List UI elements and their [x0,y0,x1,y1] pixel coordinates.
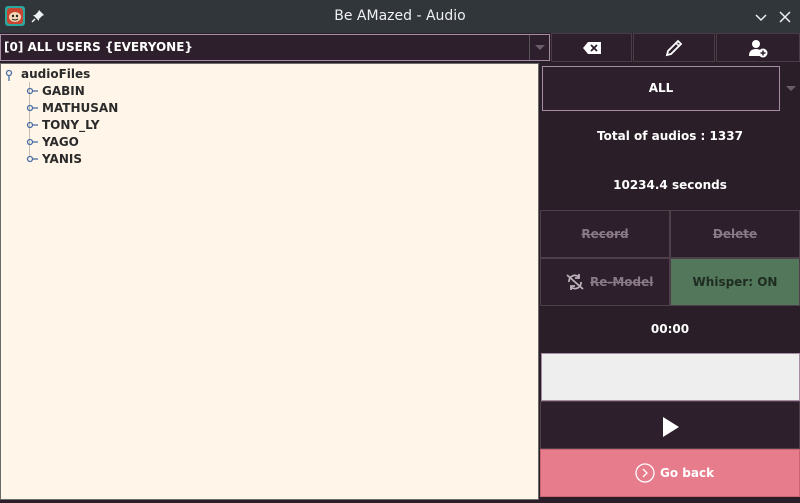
user-select[interactable]: [0] ALL USERS {EVERYONE} [0,34,550,61]
remodel-button[interactable]: Re-Model [540,258,670,306]
window-title: Be AMazed - Audio [334,8,466,24]
clear-button[interactable] [551,33,632,62]
go-back-label: Go back [660,466,715,480]
play-button[interactable] [540,401,800,449]
collapsed-node-icon [26,121,38,129]
title-bar: Be AMazed - Audio [0,0,800,33]
record-button[interactable]: Record [540,210,670,258]
audio-progress-area[interactable] [541,353,800,401]
collapsed-node-icon [26,155,38,163]
audio-files-tree[interactable]: audioFiles GABIN MATHUSAN TONY_LY YAGO Y… [0,63,539,500]
backspace-icon [582,41,601,54]
total-seconds-text: 10234.4 seconds [613,178,727,192]
delete-button[interactable]: Delete [670,210,800,258]
add-user-icon [749,39,768,57]
filter-select[interactable]: ALL [542,66,780,111]
filter-dropdown-button[interactable] [782,66,800,111]
whisper-toggle-button[interactable]: Whisper: ON [670,258,800,306]
tree-item-label: GABIN [42,84,85,98]
tree-root-label: audioFiles [21,67,91,81]
playback-time: 00:00 [650,322,690,336]
edit-button[interactable] [633,33,715,62]
chevron-down-icon [535,45,545,50]
pencil-icon [665,39,683,56]
filter-select-value: ALL [648,81,674,95]
tree-item-label: YAGO [42,135,79,149]
go-back-button[interactable]: Go back [540,449,800,497]
add-user-button[interactable] [716,33,800,62]
collapsed-node-icon [26,138,38,146]
sync-disabled-icon [566,274,584,290]
user-select-dropdown-button[interactable] [529,35,549,60]
close-icon[interactable] [777,9,793,25]
user-select-value: [0] ALL USERS {EVERYONE} [4,40,193,54]
delete-button-label: Delete [712,227,758,241]
collapsed-node-icon [26,87,38,95]
total-audios-text: Total of audios : 1337 [597,129,743,143]
whisper-toggle-label: Whisper: ON [692,275,778,289]
tree-item-label: MATHUSAN [42,101,119,115]
minimize-icon[interactable] [753,9,769,25]
chevron-down-icon [786,86,796,91]
play-icon [663,417,679,437]
tree-item-label: TONY_LY [42,118,100,132]
chevron-right-circle-icon [635,463,655,483]
audio-control-panel: ALL Total of audios : 1337 10234.4 secon… [540,63,800,503]
expanded-node-icon [5,69,13,81]
remodel-button-label: Re-Model [590,275,654,289]
tree-item-label: YANIS [42,152,82,166]
collapsed-node-icon [26,104,38,112]
record-button-label: Record [581,227,629,241]
